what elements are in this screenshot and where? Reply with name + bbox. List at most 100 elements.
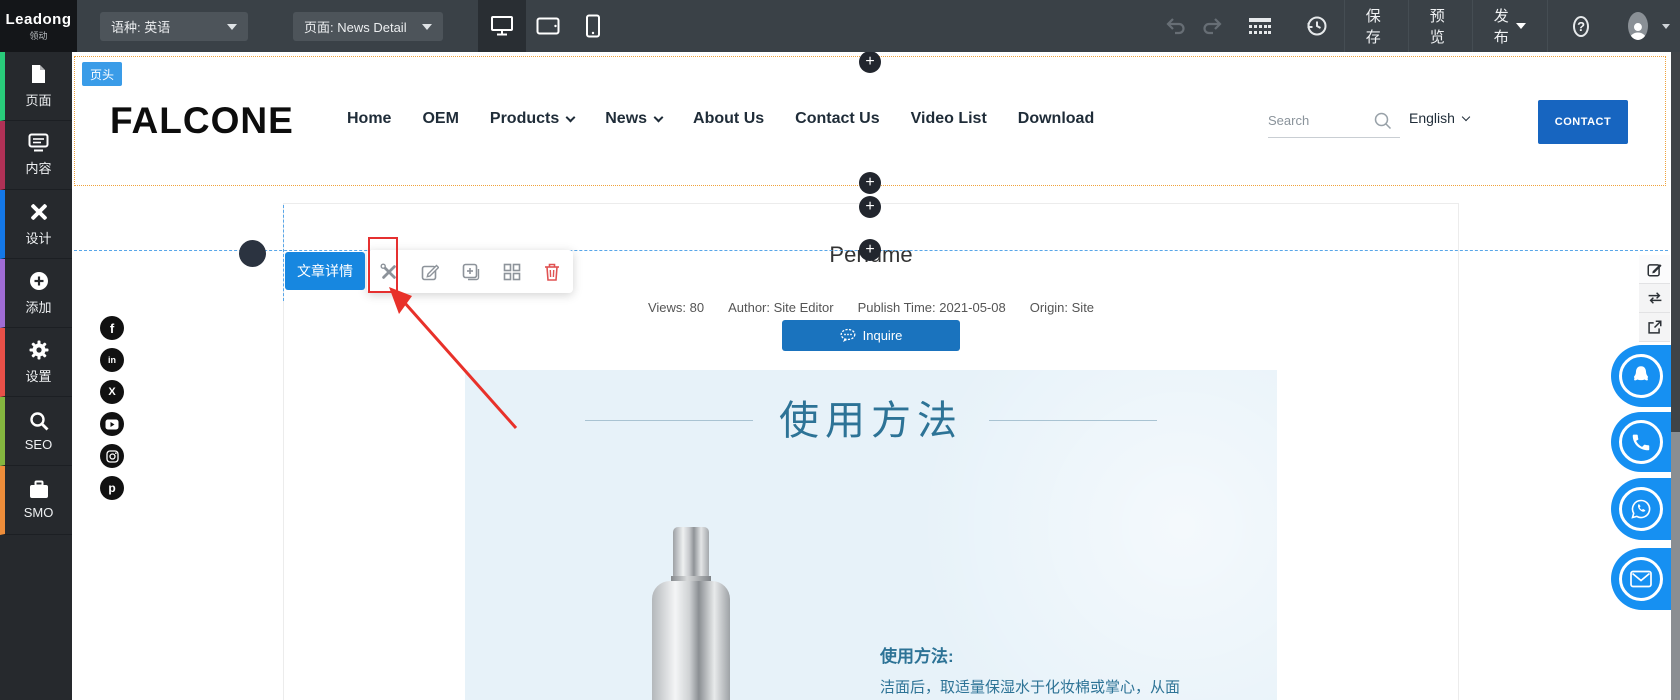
site-language-selector[interactable]: English [1409, 110, 1471, 126]
site-navigation: Home OEM Products News About Us Contact … [347, 110, 1094, 128]
block-add-button[interactable] [462, 263, 480, 281]
annotation-highlight-box [368, 237, 398, 293]
tablet-view-button[interactable] [533, 0, 563, 52]
user-avatar[interactable] [1628, 12, 1648, 40]
nav-contact-us[interactable]: Contact Us [795, 110, 879, 128]
language-dropdown-label: 语种: 英语 [111, 20, 171, 35]
header-section-tag[interactable]: 页头 [82, 62, 122, 86]
email-contact-widget[interactable] [1611, 548, 1680, 610]
sidebar-item-content[interactable]: 内容 [0, 121, 72, 190]
nav-about-us[interactable]: About Us [693, 110, 764, 128]
leadong-logo-text: Leadong [5, 10, 72, 28]
save-button[interactable]: 保存 [1345, 0, 1408, 52]
block-delete-button[interactable] [544, 263, 560, 281]
preview-button[interactable]: 预览 [1409, 0, 1472, 52]
nav-oem[interactable]: OEM [422, 110, 458, 128]
page-icon [32, 64, 45, 83]
phone-contact-widget[interactable] [1611, 412, 1680, 472]
meta-views: Views: 80 [647, 300, 705, 315]
instagram-icon[interactable] [100, 444, 124, 468]
nav-products[interactable]: Products [490, 110, 576, 128]
social-links: f in X p [100, 316, 124, 500]
leadong-logo: Leadong 领动 [0, 0, 77, 52]
x-twitter-icon[interactable]: X [100, 380, 124, 404]
qq-icon [1619, 354, 1663, 398]
nav-download[interactable]: Download [1018, 110, 1094, 128]
add-section-button[interactable] [859, 51, 881, 73]
history-button[interactable] [1306, 15, 1328, 37]
scrollbar-thumb[interactable] [1671, 52, 1680, 432]
qq-contact-widget[interactable] [1611, 345, 1680, 407]
mobile-view-button[interactable] [578, 0, 608, 52]
content-heading-row: 使用方法 [465, 388, 1277, 446]
page-dropdown[interactable]: 页面: News Detail [293, 12, 443, 41]
block-layout-button[interactable] [503, 263, 521, 281]
youtube-icon[interactable] [100, 412, 124, 436]
email-icon [1619, 557, 1663, 601]
sidebar-item-smo[interactable]: SMO [0, 466, 72, 535]
language-dropdown[interactable]: 语种: 英语 [100, 12, 248, 41]
help-button[interactable]: ? [1573, 15, 1590, 37]
layout-grid-icon [503, 263, 521, 280]
undo-icon [1166, 18, 1185, 35]
nav-news[interactable]: News [605, 110, 664, 128]
inquire-button[interactable]: Inquire [782, 320, 960, 351]
site-contact-button[interactable]: CONTACT [1538, 100, 1628, 144]
content-subheading: 使用方法: [880, 647, 954, 666]
add-section-button[interactable] [859, 196, 881, 218]
facebook-icon[interactable]: f [100, 316, 124, 340]
pinterest-icon[interactable]: p [100, 476, 124, 500]
decorative-line [989, 420, 1157, 421]
divider [1547, 0, 1549, 52]
element-edit-panel [1639, 255, 1670, 342]
sidebar-item-seo[interactable]: SEO [0, 397, 72, 466]
add-section-button[interactable] [859, 239, 881, 261]
linkedin-icon[interactable]: in [100, 348, 124, 372]
content-heading: 使用方法 [779, 398, 963, 444]
meta-origin: Origin: Site [1029, 300, 1095, 315]
speech-bubble-icon [840, 328, 856, 342]
add-section-button[interactable] [859, 172, 881, 194]
article-block-label[interactable]: 文章详情 [285, 252, 365, 290]
meta-author: Author: Site Editor [728, 300, 834, 315]
sidebar-item-settings[interactable]: 设置 [0, 328, 72, 397]
sidebar-item-design[interactable]: 设计 [0, 190, 72, 259]
element-edit-button[interactable] [1639, 255, 1670, 284]
grid-icon [1249, 18, 1271, 34]
element-open-link-button[interactable] [1639, 313, 1670, 342]
article-meta: Views: 80 Author: Site Editor Publish Ti… [283, 300, 1459, 315]
editor-sidebar: 页面 内容 设计 添加 设置 SEO SMO [0, 52, 72, 700]
topbar-actions: 保存 预览 发布 ? [1158, 0, 1680, 52]
site-search [1268, 104, 1400, 138]
swap-arrows-icon [1648, 292, 1661, 304]
meta-publish-time: Publish Time: 2021-05-08 [857, 300, 1006, 315]
chevron-down-icon [565, 112, 576, 123]
person-icon [1629, 23, 1647, 40]
editor-topbar: Leadong 领动 语种: 英语 页面: News Detail 保存 预览 … [0, 0, 1680, 52]
block-drag-handle[interactable] [239, 240, 266, 267]
undo-button[interactable] [1165, 17, 1187, 35]
block-dashed-edge [283, 205, 284, 301]
account-menu-caret[interactable] [1662, 23, 1670, 29]
whatsapp-contact-widget[interactable] [1611, 478, 1680, 540]
article-content-image: 使用方法 使用方法: 洁面后，取适量保湿水于化妆棉或掌心，从面 [465, 370, 1277, 700]
redo-button[interactable] [1201, 17, 1223, 35]
desktop-view-button[interactable] [478, 0, 526, 52]
chevron-down-icon [1516, 23, 1527, 29]
external-link-icon [1648, 320, 1662, 334]
nav-video-list[interactable]: Video List [911, 110, 987, 128]
element-swap-button[interactable] [1639, 284, 1670, 313]
design-tools-icon [30, 203, 47, 220]
block-edit-button[interactable] [421, 263, 439, 281]
sidebar-item-add[interactable]: 添加 [0, 259, 72, 328]
search-icon[interactable] [1373, 111, 1393, 131]
site-logo[interactable]: FALCONE [110, 100, 294, 142]
sidebar-item-pages[interactable]: 页面 [0, 52, 72, 121]
page-scrollbar[interactable] [1671, 52, 1680, 700]
gear-icon [29, 340, 48, 359]
publish-button[interactable]: 发布 [1473, 0, 1548, 52]
grid-layout-button[interactable] [1248, 16, 1272, 36]
search-input[interactable] [1268, 113, 1373, 128]
redo-icon [1203, 18, 1222, 35]
nav-home[interactable]: Home [347, 110, 391, 128]
